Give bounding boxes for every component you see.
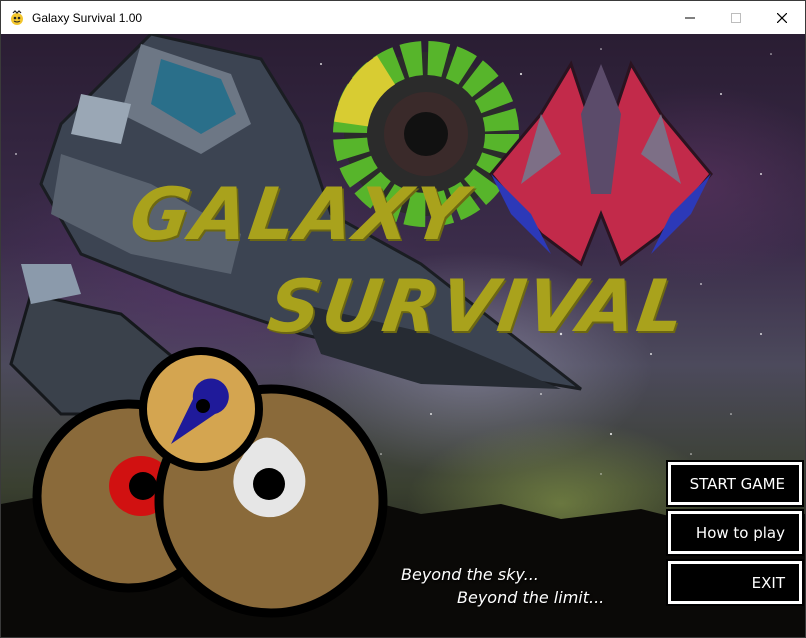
start-game-button[interactable]: START GAME (666, 460, 804, 507)
logo-title-line1: GALAXY (125, 172, 473, 256)
maximize-button[interactable] (713, 1, 759, 34)
logo-title-line2: SURVIVAL (263, 264, 692, 348)
tagline-line1: Beyond the sky... (401, 565, 539, 584)
exit-button[interactable]: EXIT (666, 559, 804, 606)
how-to-play-button[interactable]: How to play (666, 509, 804, 556)
tagline-line2: Beyond the limit... (457, 588, 605, 607)
enemy-alien-ship (489, 60, 713, 267)
window-controls (667, 1, 805, 34)
maximize-icon (731, 12, 741, 23)
minimize-button[interactable] (667, 1, 713, 34)
minimize-icon (685, 17, 695, 18)
close-button[interactable] (759, 1, 805, 34)
title-bar[interactable]: Galaxy Survival 1.00 (1, 1, 805, 34)
window-title: Galaxy Survival 1.00 (32, 10, 143, 25)
pygame-snake-icon (11, 9, 23, 25)
game-canvas[interactable]: GALAXY SURVIVAL Beyond the sky... Beyond… (1, 34, 805, 637)
game-window: Galaxy Survival 1.00 GALAXY SURVIVAL Bey… (0, 0, 806, 638)
close-icon (777, 12, 787, 23)
